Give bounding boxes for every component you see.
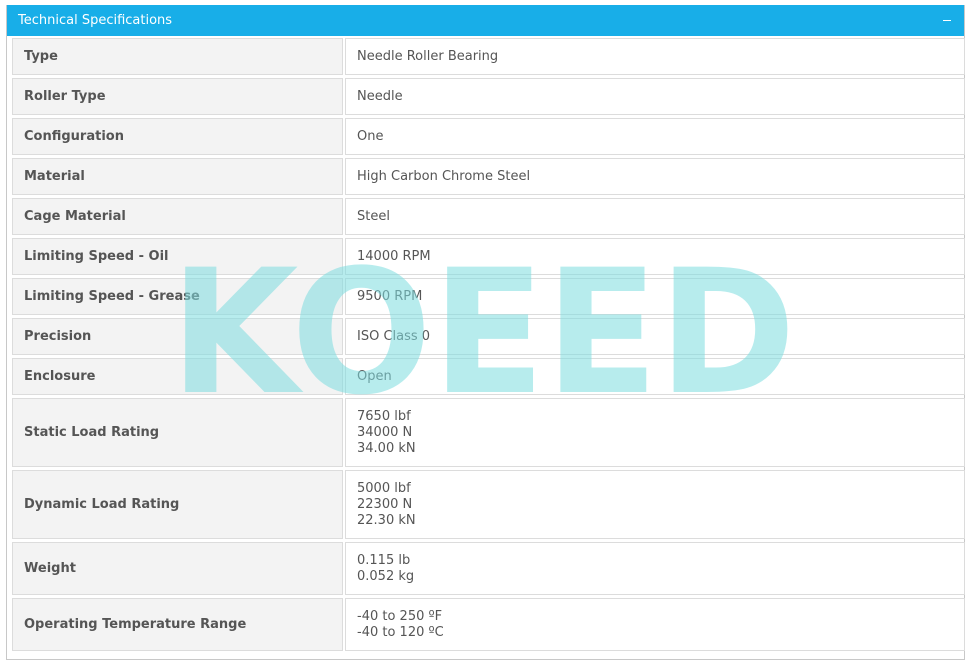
table-row: Weight 0.115 lb 0.052 kg [12,542,965,595]
spec-value-line: 34000 N [357,424,413,440]
spec-value: One [345,118,965,155]
spec-value-line: Needle Roller Bearing [357,48,499,64]
specs-table: Type Needle Roller Bearing Roller Type Need… [12,38,965,654]
table-row: Limiting Speed - Grease 9500 RPM [12,278,965,315]
spec-value: Open [345,358,965,395]
spec-value-line: 34.00 kN [357,440,416,456]
spec-value: ISO Class 0 [345,318,965,355]
table-row: Configuration One [12,118,965,155]
spec-value-line: Needle [357,88,403,104]
spec-value: Needle Roller Bearing [345,38,965,75]
table-row: Precision ISO Class 0 [12,318,965,355]
spec-label: Limiting Speed - Grease [12,278,343,315]
spec-value: 5000 lbf 22300 N 22.30 kN [345,470,965,539]
table-row: Type Needle Roller Bearing [12,38,965,75]
spec-value: 9500 RPM [345,278,965,315]
table-row: Operating Temperature Range -40 to 250 ºF… [12,598,965,651]
spec-value-line: 9500 RPM [357,288,423,304]
spec-label: Static Load Rating [12,398,343,467]
technical-specifications-panel: Technical Specifications Type Needle Roll… [6,5,965,660]
table-row: Cage Material Steel [12,198,965,235]
spec-label: Roller Type [12,78,343,115]
spec-value-line: 0.052 kg [357,568,415,584]
spec-label: Operating Temperature Range [12,598,343,651]
spec-label: Weight [12,542,343,595]
spec-value-line: -40 to 250 ºF [357,608,443,624]
spec-value-line: 7650 lbf [357,408,411,424]
spec-value-line: 22.30 kN [357,512,416,528]
spec-value-line: ISO Class 0 [357,328,431,344]
minus-icon[interactable] [940,14,954,28]
table-row: Enclosure Open [12,358,965,395]
table-row: Limiting Speed - Oil 14000 RPM [12,238,965,275]
spec-value-line: 14000 RPM [357,248,431,264]
spec-value-line: Open [357,368,392,384]
spec-value: 0.115 lb 0.052 kg [345,542,965,595]
spec-label: Cage Material [12,198,343,235]
spec-label: Enclosure [12,358,343,395]
panel-header[interactable]: Technical Specifications [7,5,964,36]
spec-label: Limiting Speed - Oil [12,238,343,275]
spec-value-line: 5000 lbf [357,480,411,496]
table-row: Roller Type Needle [12,78,965,115]
table-row: Material High Carbon Chrome Steel [12,158,965,195]
spec-value-line: 22300 N [357,496,413,512]
spec-value-line: High Carbon Chrome Steel [357,168,531,184]
spec-value-line: -40 to 120 ºC [357,624,444,640]
spec-value: High Carbon Chrome Steel [345,158,965,195]
table-row: Static Load Rating 7650 lbf 34000 N 34.00 k… [12,398,965,467]
spec-value: -40 to 250 ºF -40 to 120 ºC [345,598,965,651]
spec-value: Steel [345,198,965,235]
spec-label: Precision [12,318,343,355]
spec-value: Needle [345,78,965,115]
spec-value-line: 0.115 lb [357,552,411,568]
spec-label: Type [12,38,343,75]
spec-value-line: One [357,128,384,144]
spec-label: Configuration [12,118,343,155]
panel-title: Technical Specifications [18,13,173,28]
spec-label: Material [12,158,343,195]
spec-value: 14000 RPM [345,238,965,275]
spec-value: 7650 lbf 34000 N 34.00 kN [345,398,965,467]
table-row: Dynamic Load Rating 5000 lbf 22300 N 22.30 … [12,470,965,539]
spec-value-line: Steel [357,208,390,224]
spec-label: Dynamic Load Rating [12,470,343,539]
